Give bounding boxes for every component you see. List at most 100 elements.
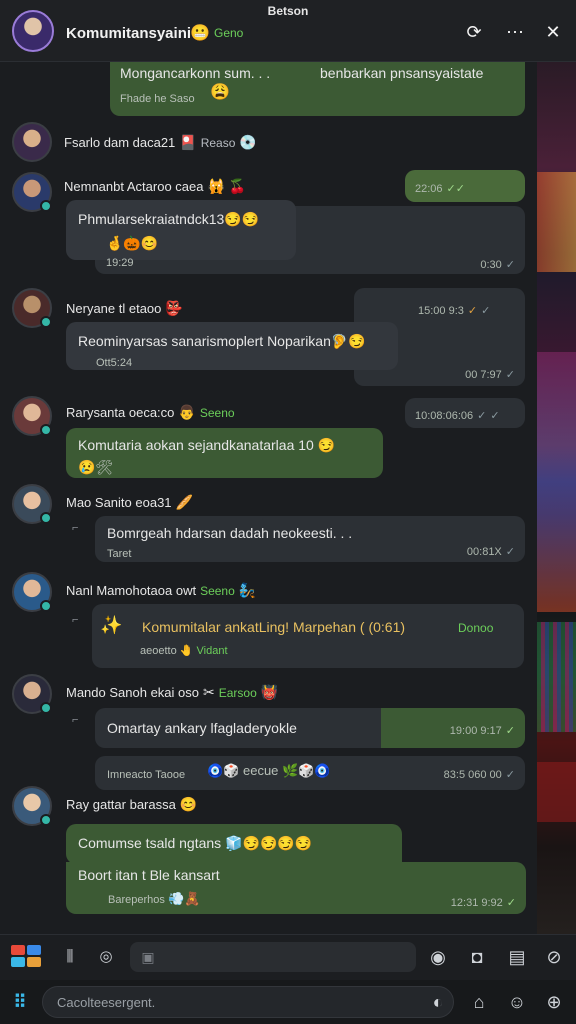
title-emoji: 😬 <box>190 25 210 42</box>
message-time: 0:30 ✓ <box>480 259 515 271</box>
sender-emoji: ✂ <box>202 684 215 700</box>
message-bubble[interactable]: Komutaria aokan sejandkanatarlaa 10 😏 😢🛠 <box>66 428 383 478</box>
message-sender[interactable]: Rarysanta oeca:co 👨 Seeno <box>66 404 235 421</box>
message-bubble-2[interactable]: Boort itan t Ble kansart Bareperhos 💨🧸 1… <box>66 862 526 914</box>
message-text: Comumse tsald ngtans 🧊😏😏😏😏 <box>78 835 313 851</box>
online-indicator <box>40 512 52 524</box>
media-search-field[interactable]: ▣ <box>130 942 416 972</box>
online-indicator <box>40 702 52 714</box>
reaction-row[interactable]: Imneacto Taooe 🧿🎲 eecue 🌿🎲🧿 83:5 060 00 ✓ <box>95 756 525 790</box>
sender-emoji-2: 💿 <box>239 134 257 150</box>
image-icon: ▣ <box>141 949 155 965</box>
message-time: 12:31 9:92 ✓ <box>450 897 516 909</box>
sender-name: Nanl Mamohotaoa owt <box>66 583 197 598</box>
sender-name: Mao Sanito eoa31 <box>66 495 172 510</box>
message-sender[interactable]: Neryane tl etaoo 👺 <box>66 300 183 317</box>
reply-arrow-icon: ⌐ <box>72 522 79 534</box>
reaction-emojis: 🧿🎲 eecue 🌿🎲🧿 <box>207 763 331 778</box>
close-icon[interactable]: ✕ <box>541 20 565 44</box>
sender-emoji: 🎴 <box>179 134 197 150</box>
message-sender[interactable]: Mao Sanito eoa31 🥖 <box>66 494 193 511</box>
emoji-icon[interactable]: ◐ <box>426 990 450 1014</box>
message-sender[interactable]: Fsarlo dam daca21 🎴 Reaso 💿 <box>64 134 257 151</box>
sender-name: Fsarlo dam daca21 <box>64 135 176 150</box>
time-bubble: 22:06 ✓✓ <box>405 170 525 202</box>
message-text-2: Boort itan t Ble kansart <box>78 867 220 883</box>
sparkle-icon: ✨ <box>100 615 123 635</box>
message-sub: 🤞🎃😊 <box>106 235 159 251</box>
sender-name: Nemnanbt Actaroo caea <box>64 179 204 194</box>
reaction-time: 83:5 060 00 ✓ <box>443 769 515 781</box>
message-sub: 😢🛠 <box>78 459 114 475</box>
message-bubble[interactable]: Reominyarsas sanarismoplert Noparikan🦻😏 … <box>66 322 398 370</box>
message-sender[interactable]: Nanl Mamohotaoa owt Seeno 🧞 <box>66 582 256 599</box>
online-indicator <box>40 814 52 826</box>
layout-icon[interactable]: ⫼ <box>58 945 82 969</box>
online-indicator <box>40 316 52 328</box>
status-bar-text: Betson <box>267 4 309 18</box>
message-time: 19:00 9:17 ✓ <box>449 725 515 737</box>
alert-icon[interactable]: ⊘ <box>542 945 566 969</box>
message-sub: Fhade he Saso <box>120 93 195 105</box>
time-bubble: 10:08:06:06 ✓ ✓ <box>405 398 525 428</box>
sender-name: Rarysanta oeca:co <box>66 405 175 420</box>
message-sub: Bareperhos 💨🧸 <box>108 891 201 906</box>
sender-name: Neryane tl etaoo <box>66 301 162 316</box>
message-time: 00 7:97 ✓ <box>465 369 515 381</box>
attach-icon[interactable]: ⌂ <box>467 990 491 1014</box>
group-avatar[interactable] <box>12 10 54 52</box>
message-bubble[interactable]: ✨ Komumitalar ankatLing! Marpehan ( (0:6… <box>92 604 524 668</box>
message-sender[interactable]: Ray gattar barassa 😊 <box>66 796 197 813</box>
message-sender[interactable]: Nemnanbt Actaroo caea 🙀 🍒 <box>64 178 246 195</box>
sticker-icon[interactable]: ☺ <box>505 990 529 1014</box>
globe-icon[interactable]: ⊕ <box>542 990 566 1014</box>
sender-tag: Seeno <box>200 584 235 598</box>
background-wallpaper <box>537 62 576 934</box>
message-input[interactable] <box>42 986 454 1018</box>
message-text: Bomrgeah hdarsan dadah neokeesti. . . <box>107 525 353 541</box>
message-sub-emoji: 😩 <box>210 84 230 101</box>
message-text-2: benbarkan pnsansyaistate <box>320 65 484 81</box>
apps-logo-icon[interactable] <box>11 945 43 969</box>
sender-emoji: 🙀 <box>207 178 225 194</box>
message-time-top: 15:00 9:3 ✓ ✓ <box>418 305 491 317</box>
briefcase-icon[interactable]: ▤ <box>505 945 529 969</box>
online-indicator <box>40 600 52 612</box>
message-tag: Donoo <box>458 621 494 635</box>
message-time: 00:81X ✓ <box>466 546 515 558</box>
record-icon[interactable]: ◉ <box>426 945 450 969</box>
reaction-label: Imneacto Taooe <box>107 769 186 781</box>
message-bubble[interactable]: Comumse tsald ngtans 🧊😏😏😏😏 <box>66 824 402 864</box>
message-sub: Ott5:24 <box>96 357 133 369</box>
message-text: Phmularsekraiatndck13😏😏 <box>78 211 260 227</box>
camera-ring-icon[interactable]: ◎ <box>94 945 118 969</box>
message-bubble[interactable]: Omartay ankary lfagladeryokle 19:00 9:17… <box>95 708 525 748</box>
avatar[interactable] <box>12 122 52 162</box>
camera-icon[interactable]: ◘ <box>465 945 489 969</box>
title-badge: Geno <box>214 26 244 40</box>
sender-emoji: 😊 <box>179 796 198 812</box>
sender-emoji: 👨 <box>178 404 196 420</box>
hash-icon[interactable]: ⠿ <box>8 990 32 1014</box>
message-text: Komumitalar ankatLing! Marpehan ( (0:61) <box>142 619 406 635</box>
refresh-icon[interactable]: ⟳ <box>462 20 486 44</box>
message-text: Mongancarkonn sum. . . <box>120 65 271 81</box>
reply-arrow-icon: ⌐ <box>72 714 79 726</box>
message-bubble[interactable]: Mongancarkonn sum. . . benbarkan pnsansy… <box>110 62 525 116</box>
chat-title[interactable]: Komumitansyaini <box>66 25 191 42</box>
message-text: Komutaria aokan sejandkanatarlaa 10 😏 <box>78 437 336 453</box>
reply-arrow-icon: ⌐ <box>72 614 79 626</box>
sender-emoji: 🥖 <box>175 494 193 510</box>
message-sender[interactable]: Mando Sanoh ekai oso ✂ Earsoo 👹 <box>66 684 278 701</box>
more-icon[interactable]: ⋯ <box>503 20 527 44</box>
message-sub: aeoetto 🤚 Vidant <box>140 645 228 657</box>
sender-emoji-2: 🍒 <box>228 178 247 194</box>
chat-header: Betson Komumitansyaini 😬 Geno ⟳ ⋯ ✕ <box>0 0 576 62</box>
sender-emoji: 👺 <box>165 300 183 316</box>
online-indicator <box>40 424 52 436</box>
message-bubble[interactable]: Phmularsekraiatndck13😏😏 🤞🎃😊 19:29 <box>66 200 296 269</box>
sender-emoji-2: 👹 <box>260 684 279 700</box>
sender-name: Ray gattar barassa <box>66 797 176 812</box>
message-bubble[interactable]: Bomrgeah hdarsan dadah neokeesti. . . Ta… <box>95 516 525 562</box>
message-sub-2: 19:29 <box>106 257 134 269</box>
